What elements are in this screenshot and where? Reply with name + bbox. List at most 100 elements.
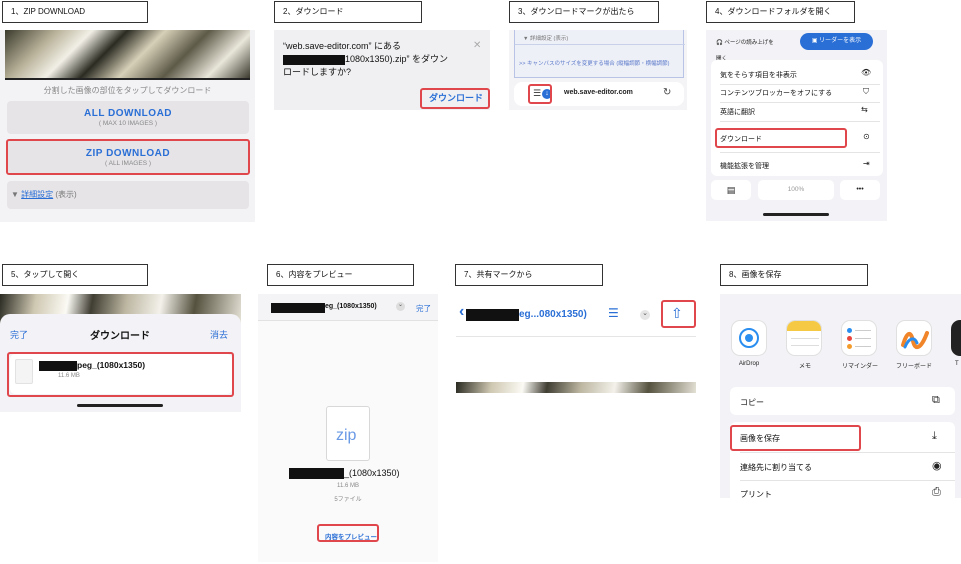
redacted-name — [271, 303, 325, 313]
notes-line — [791, 345, 819, 346]
zip-label: zip — [336, 427, 357, 444]
canvas-size-link[interactable]: >> キャンバスのサイズを変更する場合 (縦幅調節・横幅調節) — [519, 59, 669, 67]
dialog-line-1: “web.save-editor.com” にある — [283, 41, 402, 51]
menu-list: 気をそらす項目を非表示 👁 コンテンツブロッカーをオフにする ⛉ 英語に翻訳 ⇆… — [711, 60, 883, 176]
action-print[interactable]: プリント — [740, 489, 772, 498]
print-icon: ⎙ — [932, 486, 941, 498]
detail-show-label: (表示) — [55, 190, 77, 199]
clear-button[interactable]: 消去 — [210, 328, 228, 341]
back-chevron-icon[interactable]: ‹ — [459, 303, 464, 321]
download-circle-icon: ⊙ — [863, 132, 870, 141]
reminders-icon[interactable] — [841, 320, 877, 356]
divider — [740, 480, 955, 481]
highlight-download-mark — [528, 84, 552, 104]
notes-line — [791, 338, 819, 339]
panel-downloads-list: 完了 ダウンロード 消去 peg_(1080x1350) 11.6 MB — [0, 294, 241, 412]
preview-image — [5, 30, 250, 78]
more-icon[interactable]: ••• — [840, 180, 880, 200]
step-4-label: 4、ダウンロードフォルダを開く — [706, 1, 855, 23]
action-copy-label: コピー — [740, 398, 764, 407]
detail-settings-row[interactable]: ▼ 詳細設定 (表示) — [7, 181, 249, 209]
extensions-icon: ⇥ — [863, 159, 870, 168]
reminder-line — [855, 330, 871, 331]
divider — [720, 102, 880, 103]
notes-header — [787, 321, 821, 331]
menu-item-extensions[interactable]: 機能拡張を管理 — [720, 161, 769, 171]
menu-item-hide-distractions[interactable]: 気をそらす項目を非表示 — [720, 70, 797, 80]
highlight-save-image — [730, 425, 861, 451]
reminder-line — [855, 338, 871, 339]
app-label-notes: メモ — [798, 364, 811, 370]
detail-arrow-icon: ▼ — [11, 190, 19, 199]
image-border — [5, 78, 250, 80]
eye-icon: 👁 — [861, 68, 872, 77]
reminder-dot — [847, 328, 852, 333]
step-2-label: 2、ダウンロード — [274, 1, 422, 23]
chevron-down-icon[interactable]: ⌄ — [396, 302, 405, 311]
menu-item-content-blocker[interactable]: コンテンツブロッカーをオフにする — [720, 88, 832, 98]
translate-icon: ⇆ — [861, 105, 868, 114]
list-icon[interactable]: ☰ — [608, 306, 619, 320]
preview-file-name: eg_(1080x1350) — [325, 303, 377, 310]
all-download-button[interactable]: ALL DOWNLOAD ( MAX 10 IMAGES ) — [7, 101, 249, 134]
dialog-line-3: ロードしますか? — [283, 67, 352, 77]
contact-icon: ◉ — [932, 460, 942, 472]
action-assign-contact[interactable]: 連絡先に割り当てる — [740, 462, 812, 473]
copy-icon: ⧉ — [932, 394, 940, 406]
close-icon[interactable]: ✕ — [473, 40, 481, 51]
menu-item-translate[interactable]: 英語に翻訳 — [720, 107, 755, 117]
action-copy[interactable]: コピー ⧉ — [730, 387, 955, 415]
app-label-freeform: フリーボード — [895, 364, 932, 370]
reader-label: リーダーを表示 — [819, 38, 862, 44]
step-6-label: 6、内容をプレビュー — [267, 264, 414, 286]
divider — [720, 84, 880, 85]
shield-icon: ⛉ — [863, 87, 869, 96]
freeform-scribble — [901, 331, 929, 350]
step-7-label: 7、共有マークから — [455, 264, 603, 286]
airdrop-icon[interactable] — [731, 320, 767, 356]
tap-hint: 分割した画像の部位をタップしてダウンロード — [43, 86, 212, 95]
highlight-file-row — [7, 352, 234, 397]
home-indicator — [763, 213, 829, 216]
preview-header: eg_(1080x1350) ⌄ 完了 — [258, 294, 438, 321]
downloads-title: ダウンロード — [90, 331, 150, 342]
divider — [720, 121, 880, 122]
step-1-label: 1、ZIP DOWNLOAD — [2, 1, 148, 23]
archive-file-count: 5ファイル — [334, 497, 362, 503]
done-button[interactable]: 完了 — [416, 303, 431, 314]
redacted-name — [289, 468, 344, 479]
chevron-down-icon[interactable]: ⌄ — [640, 310, 650, 320]
more-app-icon[interactable] — [951, 320, 961, 356]
done-button[interactable]: 完了 — [10, 328, 28, 341]
dialog-line-2: 1080x1350).zip” をダウン — [283, 53, 448, 66]
zoom-level[interactable]: 100% — [758, 180, 834, 200]
step-5-label: 5、タップして開く — [2, 264, 148, 286]
reminder-line — [855, 346, 871, 347]
step-8-label: 8、画像を保存 — [720, 264, 868, 286]
app-label-airdrop: AirDrop — [738, 361, 760, 367]
panel-share-sheet: AirDrop メモ リマインダー フリーボード T コピー ⧉ 画像を保存 ⤓… — [720, 294, 961, 498]
reload-icon[interactable]: ↻ — [663, 87, 671, 98]
notes-icon[interactable] — [786, 320, 822, 356]
highlight-downloads — [715, 128, 847, 148]
dialog-line-2-text: 1080x1350).zip” をダウン — [345, 54, 449, 64]
freeform-icon[interactable] — [896, 320, 932, 356]
listen-page-button[interactable]: 🎧 ページの読み上げを開く — [716, 35, 776, 62]
bookmark-icon[interactable]: ▤ — [711, 180, 751, 200]
detail-settings-link[interactable]: 詳細設定 — [21, 190, 53, 199]
preview-title: eg...080x1350) — [519, 309, 587, 320]
zip-file-icon: zip — [326, 406, 370, 461]
divider — [720, 152, 880, 153]
all-download-sub: ( MAX 10 IMAGES ) — [98, 120, 158, 127]
url-text[interactable]: web.save-editor.com — [564, 89, 633, 96]
page-detail-text: ▼ 詳細設定 (表示) — [523, 36, 569, 42]
reader-button[interactable]: ▣ リーダーを表示 — [800, 33, 873, 50]
highlight-share-icon — [661, 300, 696, 328]
highlight-preview-button — [317, 524, 379, 542]
app-label-more: T — [955, 361, 959, 367]
divider — [515, 44, 685, 45]
archive-name: _(1080x1350) — [344, 468, 400, 478]
highlight-zip-download — [6, 139, 250, 175]
reminder-dot — [847, 344, 852, 349]
divider — [456, 336, 696, 337]
